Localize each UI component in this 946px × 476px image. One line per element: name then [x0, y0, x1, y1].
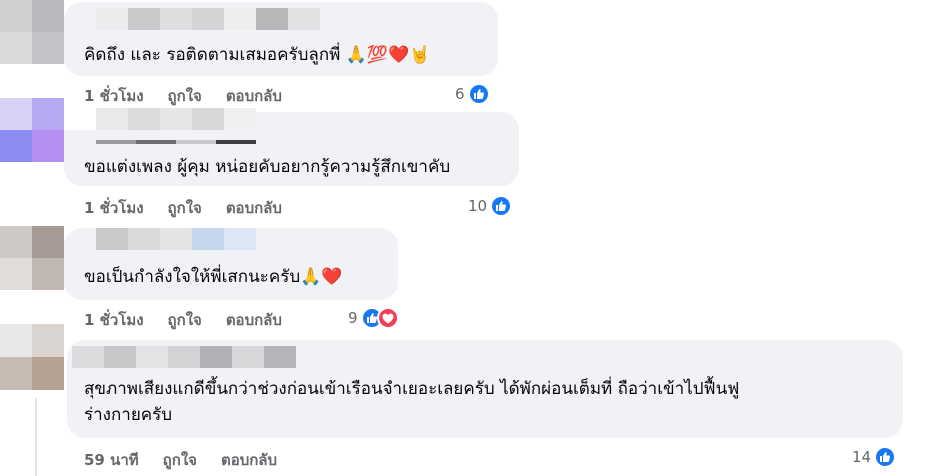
comment-timestamp[interactable]: 1 ชั่วโมง	[84, 196, 144, 220]
commenter-name-blurred[interactable]	[64, 108, 256, 130]
commenter-name-underline	[96, 140, 256, 144]
reaction-summary[interactable]: 10	[468, 195, 513, 217]
comment-timestamp[interactable]: 59 นาที	[84, 448, 139, 472]
like-button[interactable]: ถูกใจ	[163, 448, 197, 472]
reaction-count: 9	[348, 309, 358, 327]
reply-button[interactable]: ตอบกลับ	[221, 448, 277, 472]
like-button[interactable]: ถูกใจ	[168, 308, 202, 332]
like-icon	[490, 195, 513, 217]
comment-actions: 1 ชั่วโมง ถูกใจ ตอบกลับ	[84, 84, 282, 108]
reply-thread-line	[35, 398, 37, 476]
reply-button[interactable]: ตอบกลับ	[226, 84, 282, 108]
reaction-summary[interactable]: 6	[455, 83, 490, 105]
reaction-count: 14	[852, 448, 872, 466]
comment-text: คิดถึง และ รอติดตามเสมอครับลูกพี่ 🙏💯❤️🤘	[84, 45, 431, 65]
reply-button[interactable]: ตอบกลับ	[226, 196, 282, 220]
comment-text: ขอแต่งเพลง ผู้คุม หน่อยคับอยากรู้ความรู้…	[84, 157, 451, 177]
comment-text-line-1: สุขภาพเสียงแกดีขึ้นกว่าช่วงก่อนเข้าเรือน…	[84, 379, 740, 399]
comment-timestamp[interactable]: 1 ชั่วโมง	[84, 84, 144, 108]
comment-actions: 1 ชั่วโมง ถูกใจ ตอบกลับ	[84, 196, 282, 220]
comment-actions: 59 นาที ถูกใจ ตอบกลับ	[84, 448, 277, 472]
like-icon	[467, 83, 490, 105]
comment-text: ขอเป็นกำลังใจให้พี่เสกนะครับ🙏❤️	[84, 267, 343, 287]
comment-actions: 1 ชั่วโมง ถูกใจ ตอบกลับ	[84, 308, 282, 332]
reaction-summary[interactable]: 9	[348, 307, 399, 329]
reaction-summary[interactable]: 14	[852, 446, 897, 468]
reaction-count: 10	[468, 197, 488, 215]
avatar[interactable]	[0, 0, 64, 64]
reply-button[interactable]: ตอบกลับ	[226, 308, 282, 332]
avatar[interactable]	[0, 98, 64, 162]
commenter-name-blurred[interactable]	[96, 8, 320, 30]
reaction-count: 6	[455, 85, 465, 103]
comment-text-line-2: ร่างกายครับ	[84, 405, 173, 425]
comment-timestamp[interactable]: 1 ชั่วโมง	[84, 308, 144, 332]
like-button[interactable]: ถูกใจ	[168, 196, 202, 220]
like-icon	[874, 446, 897, 468]
commenter-name-blurred[interactable]	[96, 228, 256, 250]
commenter-name-blurred[interactable]	[72, 346, 296, 368]
avatar[interactable]	[0, 226, 64, 290]
like-button[interactable]: ถูกใจ	[168, 84, 202, 108]
avatar[interactable]	[0, 324, 64, 390]
love-icon	[376, 307, 399, 329]
